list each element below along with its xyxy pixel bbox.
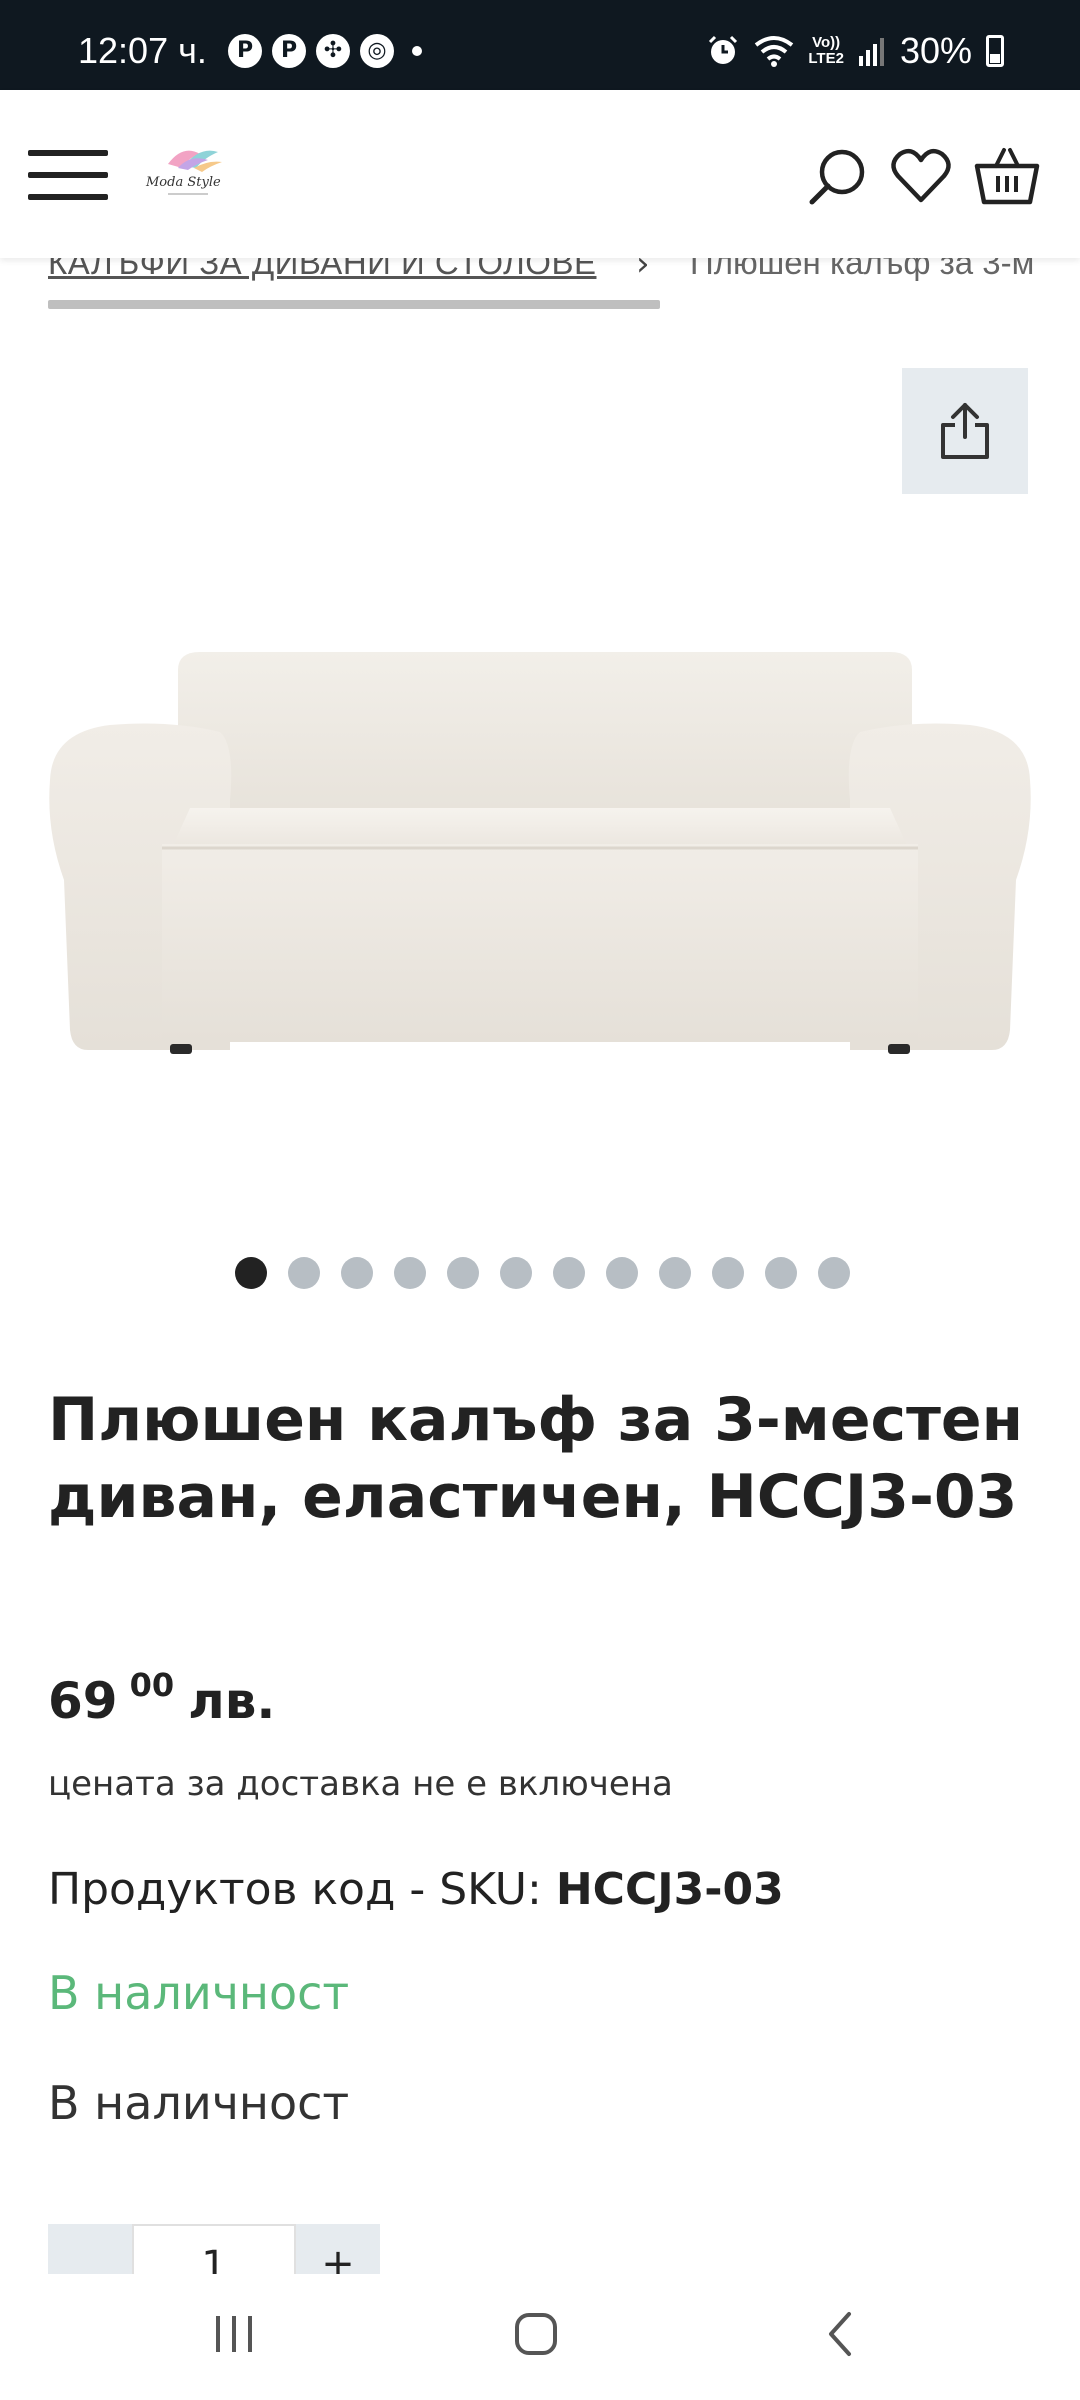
logo-text: Moda Style: [145, 175, 221, 190]
site-header: Moda Style: [0, 90, 1080, 258]
system-navigation-bar: [0, 2274, 1080, 2400]
home-button[interactable]: [496, 2304, 576, 2364]
network-type: Vo)) LTE2: [808, 34, 844, 67]
recent-apps-icon: [216, 2316, 252, 2352]
quantity-decrease-button[interactable]: [48, 2224, 132, 2274]
stock-status: В наличност: [48, 1966, 350, 2020]
price-cents: 00: [129, 1666, 175, 1704]
stock-status-secondary: В наличност: [48, 2076, 350, 2130]
status-time: 12:07 ч.: [78, 30, 207, 71]
quantity-stepper: 1 +: [48, 2224, 380, 2274]
price-main: 69: [48, 1672, 118, 1730]
more-notifications-dot: [412, 46, 422, 56]
site-logo[interactable]: Moda Style: [138, 142, 238, 202]
carousel-dot[interactable]: [659, 1257, 691, 1289]
sync-icon: ◎: [360, 34, 394, 68]
product-title: Плюшен калъф за 3-местен диван, еластиче…: [48, 1385, 1024, 1532]
home-icon: [515, 2313, 557, 2355]
sku-label: Продуктов код - SKU:: [48, 1864, 542, 1915]
carousel-dot[interactable]: [288, 1257, 320, 1289]
carousel-dot[interactable]: [818, 1257, 850, 1289]
fan-icon: ✣: [316, 34, 350, 68]
menu-icon[interactable]: [28, 150, 108, 200]
signal-icon: [858, 38, 884, 66]
pinterest-icon: P: [228, 34, 262, 68]
carousel-dot[interactable]: [394, 1257, 426, 1289]
delivery-note: цената за доставка не е включена: [48, 1764, 673, 1804]
wifi-icon: [755, 36, 794, 67]
recent-apps-button[interactable]: [194, 2304, 274, 2364]
carousel-dot[interactable]: [235, 1257, 267, 1289]
carousel-dots: [235, 1257, 850, 1289]
carousel-dot[interactable]: [341, 1257, 373, 1289]
basket-icon[interactable]: [974, 146, 1040, 208]
product-image[interactable]: [40, 360, 1040, 1160]
system-status: Vo)) LTE2 30%: [706, 30, 1004, 72]
sku-value: HCCJ3-03: [555, 1864, 784, 1915]
breadcrumb-scrollbar[interactable]: [48, 300, 660, 309]
back-button[interactable]: [800, 2304, 880, 2364]
carousel-dot[interactable]: [606, 1257, 638, 1289]
battery-percent: 30%: [899, 30, 972, 71]
quantity-input[interactable]: 1: [132, 2224, 296, 2274]
back-icon: [829, 2312, 851, 2356]
carousel-dot[interactable]: [447, 1257, 479, 1289]
search-icon[interactable]: [806, 146, 868, 208]
alarm-icon: [709, 35, 738, 64]
carousel-dot[interactable]: [553, 1257, 585, 1289]
status-bar: 12:07 ч. P P ✣ ◎ Vo)) LTE2 30%: [0, 0, 1080, 90]
carousel-dot[interactable]: [765, 1257, 797, 1289]
share-button[interactable]: [902, 368, 1028, 494]
share-icon: [941, 403, 989, 459]
pinterest-icon: P: [272, 34, 306, 68]
notification-icons: P P ✣ ◎: [228, 34, 422, 68]
quantity-increase-button[interactable]: +: [296, 2224, 380, 2274]
sku-row: Продуктов код - SKU: HCCJ3-03: [48, 1864, 784, 1915]
carousel-dot[interactable]: [500, 1257, 532, 1289]
heart-icon[interactable]: [890, 146, 952, 208]
carousel-dot[interactable]: [712, 1257, 744, 1289]
product-price: 69 00 лв.: [48, 1666, 276, 1730]
price-currency: лв.: [188, 1672, 276, 1730]
battery-icon: [986, 35, 1004, 67]
